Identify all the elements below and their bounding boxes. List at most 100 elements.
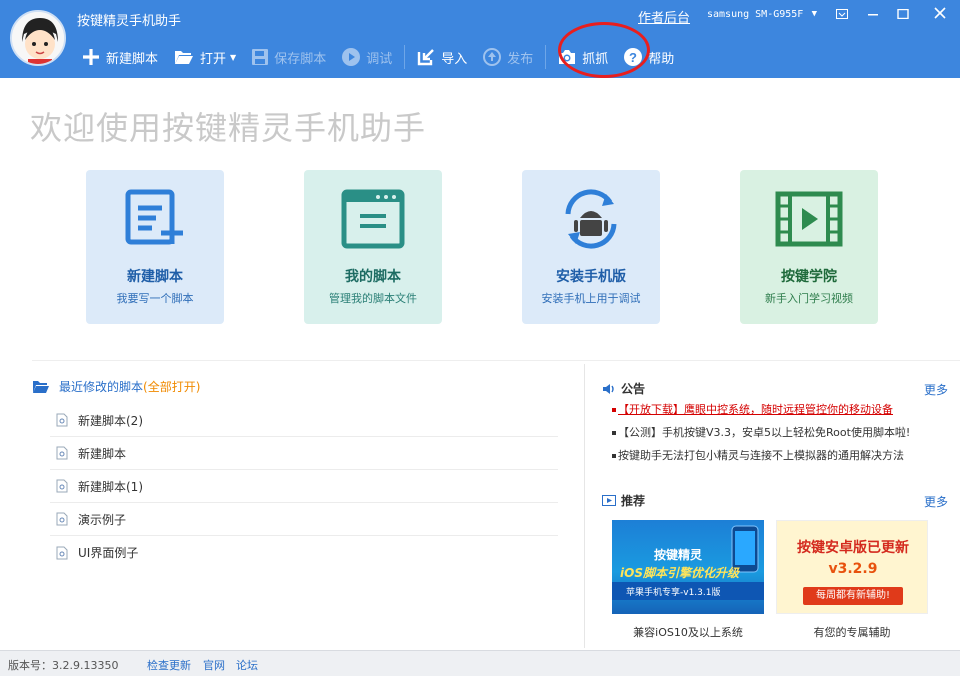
card-subtitle: 安装手机上用于调试: [541, 292, 641, 305]
maximize-icon: [897, 8, 909, 20]
card-title: 我的脚本: [345, 269, 401, 285]
card-install-mobile[interactable]: 安装手机版 安装手机上用于调试: [522, 170, 660, 324]
version-label: 版本号：3.2.9.13350: [8, 659, 119, 672]
promo-caption: 兼容iOS10及以上系统: [633, 626, 743, 639]
recommend-header: 推荐: [602, 492, 645, 509]
minimize-button[interactable]: [858, 4, 888, 26]
card-academy[interactable]: 按键学院 新手入门学习视频: [740, 170, 878, 324]
promo-banner-ios[interactable]: 按键精灵 iOS脚本引擎优化升级 苹果手机专享-v1.3.1版: [612, 520, 764, 614]
android-install-icon: [565, 189, 617, 249]
check-update-link[interactable]: 检查更新: [147, 657, 191, 673]
import-icon: [418, 49, 435, 66]
debug-button[interactable]: 调试: [334, 42, 400, 72]
import-button[interactable]: 导入: [409, 42, 475, 72]
save-icon: [252, 49, 269, 65]
open-button[interactable]: 打开 ▼: [166, 42, 244, 72]
card-my-scripts[interactable]: 我的脚本 管理我的脚本文件: [304, 170, 442, 324]
notice-item[interactable]: 【公测】手机按键V3.3，安卓5以上轻松免Root使用脚本啦!: [612, 425, 942, 448]
card-subtitle: 新手入门学习视频: [765, 292, 853, 305]
notice-item[interactable]: 【开放下载】鹰眼中控系统，随时远程管控你的移动设备: [612, 402, 942, 425]
device-select[interactable]: samsung SM-G955F ▼: [704, 5, 820, 25]
notice-header: 公告: [602, 380, 645, 397]
promo-android-slogan: 每周都有新辅助!: [803, 587, 903, 605]
minimize-icon: [868, 14, 878, 16]
my-scripts-icon: [341, 189, 405, 249]
recent-scripts-header: 最近修改的脚本 (全部打开): [32, 378, 200, 395]
bullet-icon: [612, 454, 616, 458]
close-icon: [934, 7, 946, 19]
status-bar: 版本号：3.2.9.13350 检查更新 官网 论坛: [0, 650, 960, 676]
promo-android-title: 按键安卓版已更新: [797, 540, 909, 556]
promo-ios-line2: 苹果手机专享-v1.3.1版: [626, 588, 721, 598]
publish-button[interactable]: 发布: [475, 42, 541, 72]
recent-script-item[interactable]: 新建脚本(2): [50, 404, 558, 437]
welcome-heading: 欢迎使用按键精灵手机助手: [30, 109, 427, 147]
app-title: 按键精灵手机助手: [77, 14, 182, 29]
device-name: samsung SM-G955F: [707, 9, 804, 20]
menu-icon: [836, 9, 848, 19]
card-title: 新建脚本: [127, 269, 183, 285]
menu-button[interactable]: [827, 4, 857, 26]
help-icon: ?: [624, 48, 643, 66]
script-file-icon: [56, 479, 68, 493]
speaker-icon: [603, 383, 614, 394]
publish-label: 发布: [507, 51, 534, 67]
play-icon: [342, 48, 361, 66]
recent-script-item[interactable]: UI界面例子: [50, 536, 558, 569]
card-new-script[interactable]: 新建脚本 我要写一个脚本: [86, 170, 224, 324]
capture-label: 抓抓: [582, 51, 609, 67]
new-script-label: 新建脚本: [106, 51, 159, 67]
plus-icon: [83, 49, 99, 65]
recent-scripts-list: 新建脚本(2) 新建脚本 新建脚本(1) 演示例子 UI界面例子: [50, 404, 558, 569]
toolbar-separator: [545, 45, 547, 69]
notice-text: 【公测】手机按键V3.3，安卓5以上轻松免Root使用脚本啦!: [618, 426, 911, 439]
column-divider: [584, 364, 585, 648]
recent-script-item[interactable]: 新建脚本(1): [50, 470, 558, 503]
card-subtitle: 我要写一个脚本: [116, 292, 194, 305]
caret-down-icon: ▼: [230, 52, 237, 62]
notice-text: 【开放下载】鹰眼中控系统，随时远程管控你的移动设备: [618, 403, 893, 416]
notice-item[interactable]: 按键助手无法打包小精灵与连接不上模拟器的通用解决方法: [612, 448, 942, 471]
svg-text:?: ?: [629, 50, 637, 65]
maximize-button[interactable]: [888, 4, 918, 26]
section-divider: [32, 360, 960, 361]
user-avatar[interactable]: [10, 10, 66, 66]
recent-script-item[interactable]: 演示例子: [50, 503, 558, 536]
debug-label: 调试: [366, 51, 393, 67]
notice-more-link[interactable]: 更多: [924, 381, 948, 398]
forum-link[interactable]: 论坛: [236, 657, 258, 673]
recent-script-name: 新建脚本(2): [78, 413, 143, 428]
close-button[interactable]: [925, 4, 955, 26]
promo-ios-line1: iOS脚本引擎优化升级: [620, 566, 739, 580]
toolbar-separator: [404, 45, 406, 69]
recommend-more-link[interactable]: 更多: [924, 493, 948, 510]
camera-icon: [559, 50, 576, 64]
bullet-icon: [612, 408, 616, 412]
recent-script-name: 新建脚本: [78, 446, 127, 461]
promo-banner-android[interactable]: 按键安卓版已更新 v3.2.9 每周都有新辅助!: [776, 520, 928, 614]
save-script-button[interactable]: 保存脚本: [244, 42, 334, 72]
promo-caption: 有您的专属辅助: [813, 626, 891, 639]
notice-title: 公告: [621, 382, 646, 396]
promo-ios-title: 按键精灵: [654, 548, 703, 562]
chevron-down-icon: ▼: [811, 9, 817, 19]
open-label: 打开: [200, 51, 227, 67]
video-play-icon: [602, 494, 616, 506]
card-title: 安装手机版: [556, 269, 626, 285]
recent-script-item[interactable]: 新建脚本: [50, 437, 558, 470]
recent-scripts-title: 最近修改的脚本: [59, 380, 144, 394]
help-button[interactable]: ? 帮助: [616, 42, 682, 72]
recommend-title: 推荐: [621, 494, 646, 508]
script-file-icon: [56, 512, 68, 526]
author-backend-link[interactable]: 作者后台: [638, 7, 690, 26]
official-site-link[interactable]: 官网: [203, 657, 225, 673]
notice-list: 【开放下载】鹰眼中控系统，随时远程管控你的移动设备 【公测】手机按键V3.3，安…: [612, 402, 942, 471]
new-script-button[interactable]: 新建脚本: [74, 42, 166, 72]
card-title: 按键学院: [781, 269, 837, 285]
capture-button[interactable]: 抓抓: [550, 42, 616, 72]
help-label: 帮助: [648, 51, 675, 67]
script-file-icon: [56, 413, 68, 427]
notice-text: 按键助手无法打包小精灵与连接不上模拟器的通用解决方法: [618, 449, 904, 462]
main-toolbar: 新建脚本 打开 ▼ 保存脚本 调试 导入 发布 抓抓 ? 帮助: [74, 42, 682, 72]
open-all-link[interactable]: (全部打开): [143, 378, 200, 395]
